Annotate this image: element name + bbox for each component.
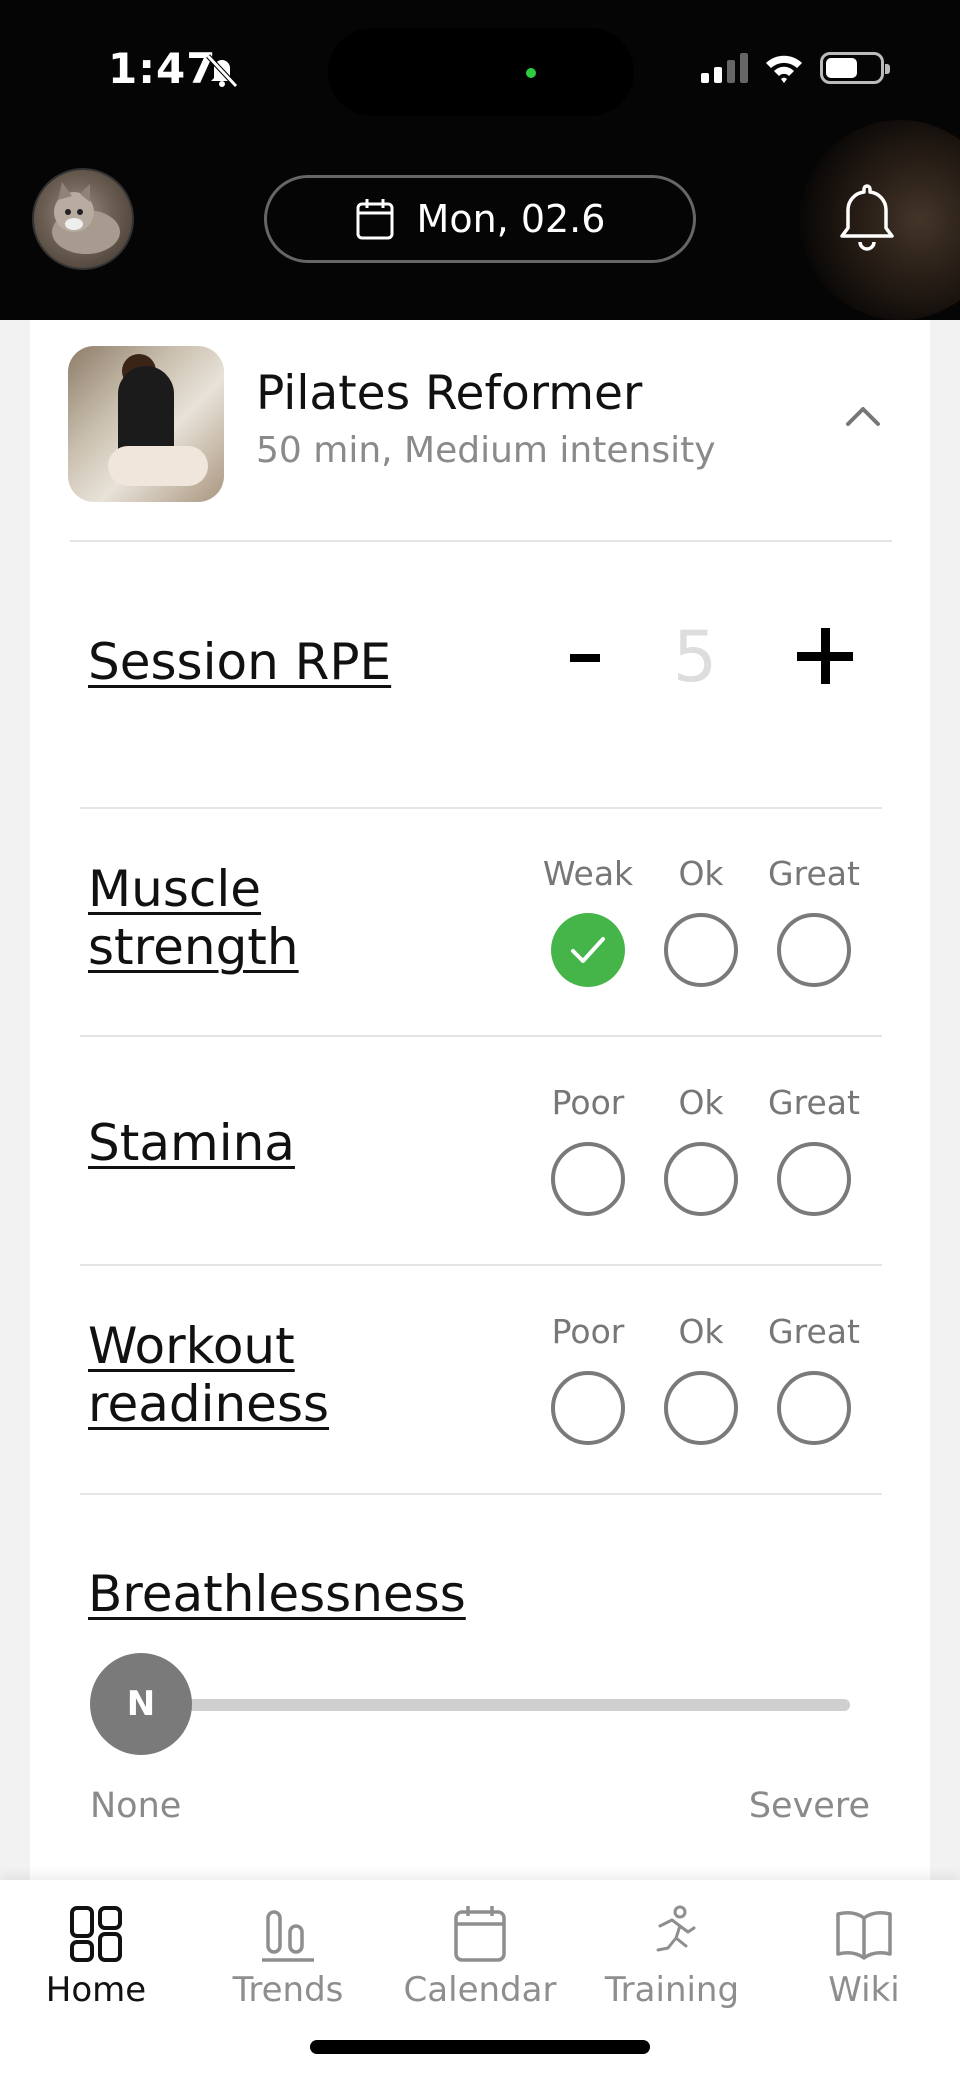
nav-label: Wiki: [828, 1970, 900, 2010]
bell-slash-icon: [206, 54, 238, 88]
stamina-ok-radio[interactable]: [664, 1142, 738, 1216]
nav-wiki[interactable]: Wiki: [774, 1904, 954, 2024]
breathlessness-label[interactable]: Breathlessness: [88, 1565, 466, 1623]
breathlessness-slider-track[interactable]: [110, 1699, 850, 1711]
activity-title: Pilates Reformer: [256, 366, 643, 421]
workout-readiness-poor-radio[interactable]: [551, 1371, 625, 1445]
profile-avatar[interactable]: [32, 168, 134, 270]
session-rpe-label[interactable]: Session RPE: [88, 633, 391, 691]
divider: [70, 540, 892, 542]
rpe-decrement-button[interactable]: [550, 623, 620, 693]
calendar-icon: [454, 1906, 506, 1962]
calendar-icon: [356, 199, 394, 240]
muscle-strength-label[interactable]: Muscle strength: [88, 860, 388, 976]
breathlessness-slider-thumb[interactable]: N: [90, 1653, 192, 1755]
muscle-strength-great-radio[interactable]: [777, 913, 851, 987]
stamina-poor-radio[interactable]: [551, 1142, 625, 1216]
nav-label: Calendar: [403, 1970, 557, 2010]
nav-home[interactable]: Home: [6, 1904, 186, 2024]
nav-calendar[interactable]: Calendar: [390, 1904, 570, 2024]
divider: [80, 1493, 882, 1495]
activity-subtitle: 50 min, Medium intensity: [256, 430, 716, 471]
trends-icon: [262, 1910, 314, 1962]
stamina-great-radio[interactable]: [777, 1142, 851, 1216]
option-label: Ok: [678, 1083, 724, 1122]
option-label: Poor: [551, 1083, 625, 1122]
cellular-signal-icon: [701, 53, 748, 83]
option-label: Great: [768, 1083, 860, 1122]
muscle-strength-weak-radio[interactable]: [551, 913, 625, 987]
home-indicator[interactable]: [310, 2040, 650, 2054]
chevron-up-icon[interactable]: [838, 396, 888, 436]
wifi-icon: [766, 55, 802, 83]
minus-icon: [570, 654, 600, 662]
checkmark-icon: [571, 937, 605, 963]
runner-icon: [656, 1905, 696, 1952]
nav-label: Home: [45, 1970, 147, 2010]
nav-training[interactable]: Training: [582, 1904, 762, 2024]
nav-label: Trends: [232, 1970, 344, 2010]
option-label: Weak: [542, 854, 634, 893]
date-selector-button[interactable]: Mon, 02.6: [264, 175, 696, 263]
divider: [80, 1264, 882, 1266]
rpe-value: 5: [672, 616, 718, 698]
nav-trends[interactable]: Trends: [198, 1904, 378, 2024]
nav-label: Training: [604, 1970, 740, 2010]
selected-date: Mon, 02.6: [416, 197, 606, 241]
book-icon: [836, 1911, 892, 1960]
option-label: Great: [768, 1312, 860, 1351]
status-indicators: [701, 52, 890, 84]
divider: [80, 1035, 882, 1037]
camera-indicator: [526, 68, 536, 78]
workout-feedback-card: Pilates Reformer 50 min, Medium intensit…: [30, 320, 930, 1880]
option-label: Ok: [678, 854, 724, 893]
bottom-navigation: Home Trends Calendar Training Wiki: [0, 1880, 960, 2079]
activity-summary[interactable]: Pilates Reformer 50 min, Medium intensit…: [68, 346, 888, 502]
activity-thumbnail: [68, 346, 224, 502]
dynamic-island: [328, 28, 634, 116]
rpe-increment-button[interactable]: [790, 620, 860, 690]
status-time: 1:47: [108, 44, 217, 93]
battery-icon: [820, 52, 890, 84]
divider: [80, 807, 882, 809]
stamina-label[interactable]: Stamina: [88, 1114, 295, 1172]
home-grid-icon: [70, 1906, 122, 1962]
app-header: 1:47 Mon, 02.6: [0, 0, 960, 320]
slider-min-label: None: [90, 1786, 182, 1826]
bell-icon[interactable]: [834, 180, 900, 254]
workout-readiness-ok-radio[interactable]: [664, 1371, 738, 1445]
workout-readiness-label[interactable]: Workout readiness: [88, 1317, 388, 1433]
option-label: Ok: [678, 1312, 724, 1351]
cat-photo: [52, 182, 120, 254]
workout-readiness-great-radio[interactable]: [777, 1371, 851, 1445]
option-label: Poor: [551, 1312, 625, 1351]
muscle-strength-ok-radio[interactable]: [664, 913, 738, 987]
slider-max-label: Severe: [748, 1786, 870, 1826]
option-label: Great: [768, 854, 860, 893]
